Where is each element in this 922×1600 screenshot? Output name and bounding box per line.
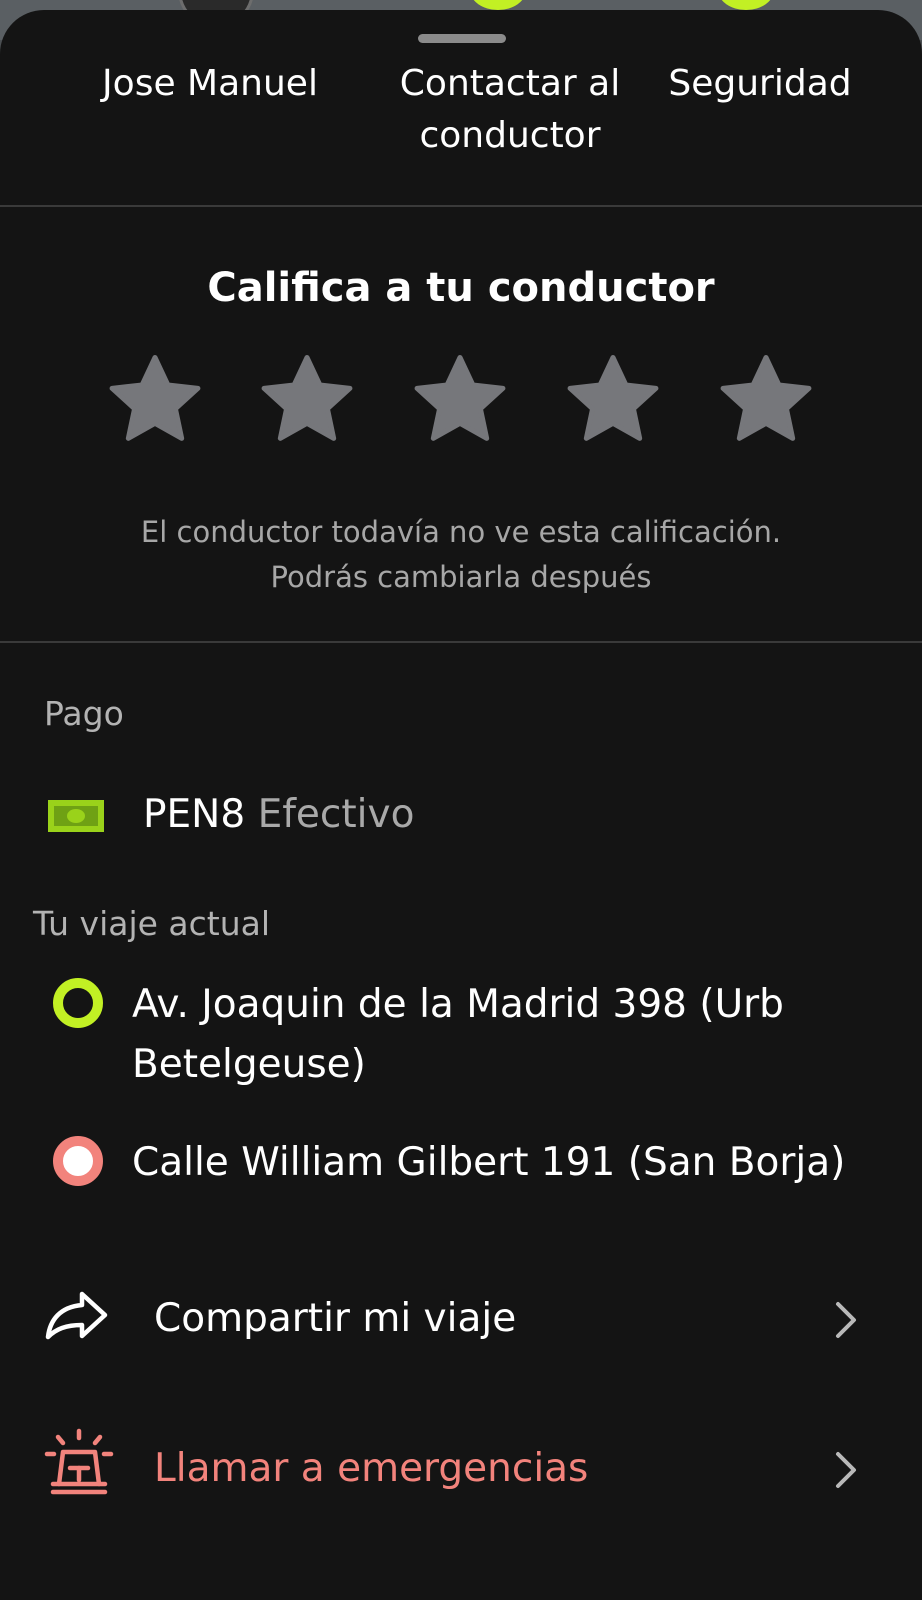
- trip-bottom-sheet: Jose Manuel Contactar al conductor Segur…: [0, 10, 922, 1600]
- chevron-right-icon: [836, 1452, 856, 1488]
- driver-name-button[interactable]: Jose Manuel: [80, 58, 340, 110]
- rating-title: Califica a tu conductor: [207, 265, 715, 311]
- trip-section-label: Tu viaje actual: [33, 904, 271, 943]
- star-rating[interactable]: [103, 350, 823, 450]
- share-trip-label: Compartir mi viaje: [154, 1296, 517, 1341]
- map-marker-green-2: [718, 0, 774, 10]
- drag-handle[interactable]: [418, 34, 506, 43]
- rating-note: El conductor todavía no ve esta califica…: [0, 510, 922, 600]
- share-trip-row[interactable]: Compartir mi viaje: [0, 1272, 922, 1382]
- contact-driver-button[interactable]: Contactar al conductor: [385, 58, 635, 162]
- map-marker-green-1: [470, 0, 526, 10]
- rating-note-line2: Podrás cambiarla después: [270, 560, 652, 594]
- share-arrow-icon: [45, 1291, 108, 1340]
- pickup-marker-icon: [53, 978, 103, 1028]
- payment-method: Efectivo: [257, 792, 415, 837]
- safety-label: Seguridad: [668, 63, 852, 104]
- pickup-address-line2: Betelgeuse): [132, 1042, 366, 1087]
- payment-value: PEN8 Efectivo: [143, 792, 414, 837]
- payment-amount: PEN8: [143, 792, 246, 837]
- pickup-address-line1: Av. Joaquin de la Madrid 398 (Urb: [132, 982, 784, 1027]
- divider: [0, 205, 922, 207]
- star-5[interactable]: [714, 350, 818, 450]
- siren-icon: [44, 1428, 114, 1495]
- safety-button[interactable]: Seguridad: [650, 58, 870, 110]
- destination-address: Calle William Gilbert 191 (San Borja): [132, 1140, 846, 1185]
- chevron-right-icon: [836, 1302, 856, 1338]
- star-3[interactable]: [408, 350, 512, 450]
- rating-note-line1: El conductor todavía no ve esta califica…: [140, 515, 782, 549]
- contact-driver-label: Contactar al conductor: [399, 63, 621, 156]
- emergency-call-label: Llamar a emergencias: [154, 1446, 589, 1491]
- payment-section-label: Pago: [44, 694, 124, 733]
- destination-marker-icon: [53, 1136, 103, 1186]
- pickup-address: Av. Joaquin de la Madrid 398 (Urb Betelg…: [132, 975, 784, 1095]
- star-4[interactable]: [561, 350, 665, 450]
- driver-name-label: Jose Manuel: [102, 63, 318, 104]
- emergency-call-row[interactable]: Llamar a emergencias: [0, 1422, 922, 1532]
- star-1[interactable]: [103, 350, 207, 450]
- star-2[interactable]: [255, 350, 359, 450]
- cash-icon: [48, 800, 104, 832]
- divider: [0, 641, 922, 643]
